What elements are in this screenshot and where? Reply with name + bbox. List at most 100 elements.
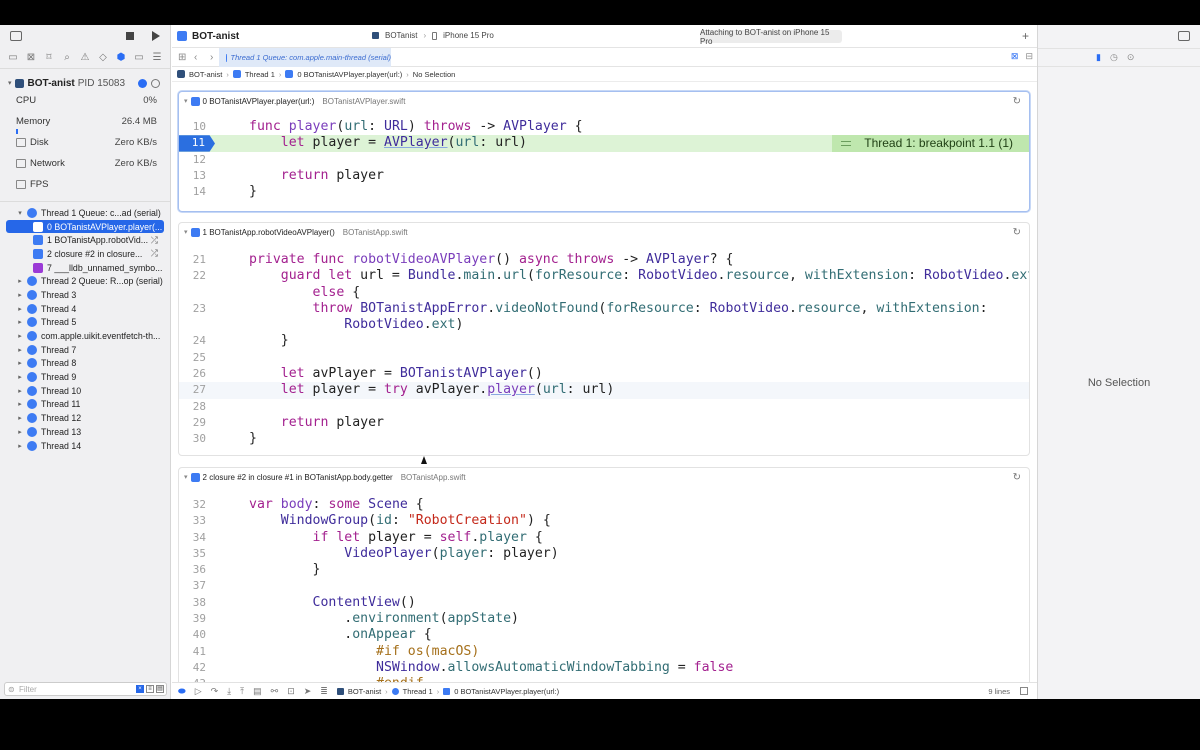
report-icon[interactable]: ☰ bbox=[150, 51, 164, 65]
running-toggle-icon[interactable]: ≡ bbox=[146, 685, 154, 693]
canvas-icon[interactable]: ⊠ bbox=[1011, 51, 1019, 62]
disclosure-closed-icon[interactable]: ▸ bbox=[15, 400, 25, 408]
process-row[interactable]: ▾ BOT-anist PID 15083 bbox=[0, 73, 170, 93]
thread-row[interactable]: ▸ Thread 9 bbox=[0, 370, 170, 384]
debug-crumb[interactable]: BOT-anist bbox=[348, 687, 381, 696]
disclosure-closed-icon[interactable]: ▸ bbox=[15, 291, 25, 299]
jump-item[interactable]: Thread 1 bbox=[245, 70, 275, 79]
minimap-icon[interactable] bbox=[1020, 687, 1028, 695]
threads-icon[interactable]: ≣ bbox=[320, 686, 328, 697]
disclosure-open-icon[interactable]: ▾ bbox=[184, 228, 188, 236]
disclosure-closed-icon[interactable]: ▸ bbox=[15, 387, 25, 395]
scheme-device[interactable]: iPhone 15 Pro bbox=[443, 31, 494, 40]
breakpoint-marker[interactable]: 11 bbox=[179, 135, 215, 152]
thread-row[interactable]: ▸ Thread 7 bbox=[0, 343, 170, 357]
sidebar-toggle-icon[interactable] bbox=[10, 31, 22, 41]
view-hierarchy-icon[interactable]: ▤ bbox=[253, 686, 262, 697]
stack-frame-row[interactable]: 2 closure #2 in closure... ⤮ bbox=[0, 247, 170, 261]
scheme-selector[interactable]: BOTanist › iPhone 15 Pro bbox=[372, 31, 494, 40]
source-control-icon[interactable]: ⊠ bbox=[24, 51, 38, 65]
disclosure-closed-icon[interactable]: ▸ bbox=[15, 373, 25, 381]
disclosure-closed-icon[interactable]: ▸ bbox=[15, 428, 25, 436]
disk-gauge[interactable]: Disk Zero KB/s bbox=[0, 135, 170, 156]
breakpoints-toggle-icon[interactable]: ⬬ bbox=[178, 686, 186, 697]
disclosure-open-icon[interactable]: ▾ bbox=[184, 473, 188, 481]
fps-gauge[interactable]: FPS bbox=[0, 177, 170, 198]
bookmark-icon[interactable]: ⌑ bbox=[42, 51, 56, 65]
memory-graph-icon[interactable]: ⚯ bbox=[271, 686, 279, 697]
stack-frame-row-selected[interactable]: 0 BOTanistAVPlayer.player(... bbox=[6, 219, 164, 234]
test-icon[interactable]: ◇ bbox=[96, 51, 110, 65]
inspector-toggle-icon[interactable] bbox=[1178, 31, 1190, 41]
code-view[interactable]: 10 func player(url: URL) throws -> AVPlay… bbox=[179, 119, 1029, 200]
history-inspector-icon[interactable]: ◷ bbox=[1110, 52, 1118, 63]
stack-frame-editor[interactable]: ▾ 2 closure #2 in closure #1 in BOTanist… bbox=[178, 467, 1030, 687]
thread-row[interactable]: ▸ Thread 3 bbox=[0, 288, 170, 302]
step-over-icon[interactable]: ↷ bbox=[211, 686, 219, 697]
back-icon[interactable]: ‹ bbox=[194, 52, 204, 63]
code-view[interactable]: 21 private func robotVideoAVPlayer() asyn… bbox=[179, 252, 1029, 448]
stop-icon[interactable] bbox=[126, 32, 134, 40]
view-options-icon[interactable]: ▤ bbox=[156, 685, 164, 693]
disclosure-closed-icon[interactable]: ▸ bbox=[15, 277, 25, 285]
thread-row[interactable]: ▾ Thread 1 Queue: c...ad (serial) bbox=[0, 206, 170, 220]
jump-item[interactable]: No Selection bbox=[413, 70, 456, 79]
run-icon[interactable] bbox=[152, 31, 160, 41]
refresh-icon[interactable]: ↻ bbox=[1013, 227, 1021, 238]
quick-help-icon[interactable]: ⊙ bbox=[1127, 52, 1135, 63]
thread-row[interactable]: ▸ Thread 13 bbox=[0, 425, 170, 439]
frame-file[interactable]: BOTanistApp.swift bbox=[343, 228, 408, 237]
tab-thread1[interactable]: Thread 1 Queue: com.apple.main-thread (s… bbox=[219, 48, 391, 67]
memory-gauge[interactable]: Memory 26.4 MB bbox=[0, 114, 170, 135]
thread-row[interactable]: ▸ Thread 5 bbox=[0, 316, 170, 330]
thread-row[interactable]: ▸ com.apple.uikit.eventfetch-th... bbox=[0, 329, 170, 343]
frame-file[interactable]: BOTanistAVPlayer.swift bbox=[322, 97, 405, 106]
debug-crumb[interactable]: 0 BOTanistAVPlayer.player(url:) bbox=[454, 687, 559, 696]
disclosure-closed-icon[interactable]: ▸ bbox=[15, 332, 25, 340]
location-icon[interactable]: ➤ bbox=[304, 686, 312, 697]
cpu-gauge[interactable]: CPU 0% bbox=[0, 93, 170, 114]
folder-icon[interactable]: ▭ bbox=[6, 51, 20, 65]
thread-row[interactable]: ▸ Thread 10 bbox=[0, 384, 170, 398]
disclosure-open-icon[interactable]: ▾ bbox=[184, 97, 188, 105]
grid-icon[interactable]: ⊞ bbox=[178, 52, 188, 63]
stack-frame-editor[interactable]: ▾ 1 BOTanistApp.robotVideoAVPlayer() BOT… bbox=[178, 222, 1030, 456]
pause-icon[interactable] bbox=[151, 78, 160, 88]
refresh-icon[interactable]: ↻ bbox=[1013, 96, 1021, 107]
refresh-icon[interactable]: ↻ bbox=[1013, 472, 1021, 483]
disclosure-closed-icon[interactable]: ▸ bbox=[15, 346, 25, 354]
disclosure-closed-icon[interactable]: ▸ bbox=[15, 305, 25, 313]
jump-item[interactable]: BOT-anist bbox=[189, 70, 222, 79]
debug-crumb[interactable]: Thread 1 bbox=[403, 687, 433, 696]
disclosure-closed-icon[interactable]: ▸ bbox=[15, 359, 25, 367]
thread-row[interactable]: ▸ Thread 8 bbox=[0, 357, 170, 371]
file-inspector-icon[interactable]: ▮ bbox=[1096, 52, 1101, 63]
scheme-target[interactable]: BOTanist bbox=[385, 31, 417, 40]
jump-item[interactable]: 0 BOTanistAVPlayer.player(url:) bbox=[297, 70, 402, 79]
stack-frame-row[interactable]: 7 ___lldb_unnamed_symbo... bbox=[0, 261, 170, 275]
step-into-icon[interactable]: ⤓ bbox=[227, 686, 231, 697]
split-editor-icon[interactable]: ⊟ bbox=[1025, 51, 1033, 62]
breakpoint-icon[interactable]: ▭ bbox=[132, 51, 146, 65]
debug-icon[interactable]: ⬢ bbox=[114, 51, 128, 65]
stack-frame-editor[interactable]: ▾ 0 BOTanistAVPlayer.player(url:) BOTani… bbox=[178, 91, 1030, 212]
environment-icon[interactable]: ⊡ bbox=[287, 686, 295, 697]
thread-row[interactable]: ▸ Thread 4 bbox=[0, 302, 170, 316]
issue-icon[interactable]: ⚠ bbox=[78, 51, 92, 65]
crashed-only-toggle-icon[interactable]: × bbox=[136, 685, 144, 693]
help-icon[interactable] bbox=[138, 78, 147, 88]
disclosure-closed-icon[interactable]: ▸ bbox=[15, 318, 25, 326]
thread-row[interactable]: ▸ Thread 14 bbox=[0, 439, 170, 453]
continue-icon[interactable]: ▷ bbox=[195, 686, 202, 697]
disclosure-open-icon[interactable]: ▾ bbox=[15, 209, 25, 217]
thread-row[interactable]: ▸ Thread 12 bbox=[0, 411, 170, 425]
thread-row[interactable]: ▸ Thread 2 Queue: R...op (serial) bbox=[0, 274, 170, 288]
disclosure-closed-icon[interactable]: ▸ bbox=[15, 442, 25, 450]
add-tab-icon[interactable]: + bbox=[1022, 29, 1029, 43]
step-out-icon[interactable]: ⤒ bbox=[240, 686, 244, 697]
code-view[interactable]: 32 var body: some Scene { 33 WindowGroup(… bbox=[179, 497, 1029, 686]
frame-file[interactable]: BOTanistApp.swift bbox=[401, 473, 466, 482]
stack-frame-row[interactable]: 1 BOTanistApp.robotVid... ⤮ bbox=[0, 233, 170, 247]
filter-field[interactable]: ⊜ Filter × ≡ ▤ bbox=[4, 682, 167, 696]
thread-row[interactable]: ▸ Thread 11 bbox=[0, 398, 170, 412]
